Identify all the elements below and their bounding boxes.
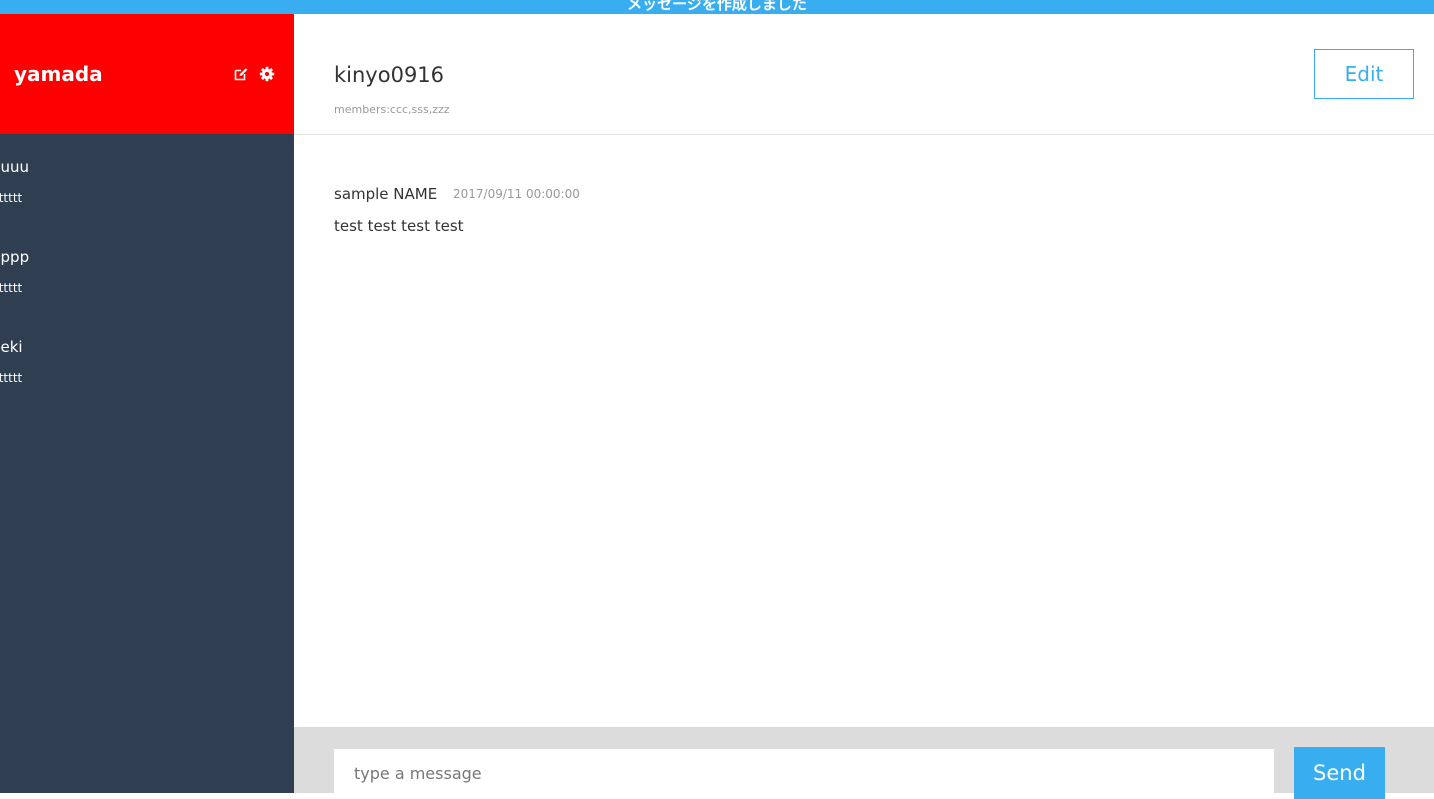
edit-group-button[interactable]: Edit	[1314, 49, 1414, 99]
chat-main: kinyo0916 members:ccc,sss,zzz Edit sampl…	[294, 14, 1434, 799]
group-last-message: tttttt	[0, 281, 23, 295]
edit-icon[interactable]	[233, 66, 249, 82]
group-name: deki	[0, 338, 23, 356]
group-title: kinyo0916	[334, 63, 445, 87]
group-list-item[interactable]: uuuu tttttt	[0, 134, 294, 224]
flash-notice-text: メッセージを作成しました	[627, 0, 807, 13]
sidebar-header: yamada	[0, 14, 294, 134]
message-body: test test test test	[334, 217, 464, 235]
sidebar: yamada uuuu tttttt pppp tttttt deki	[0, 14, 294, 793]
group-name: pppp	[0, 248, 30, 266]
group-list: uuuu tttttt pppp tttttt deki tttttt	[0, 134, 294, 404]
message-user-name: sample NAME	[334, 185, 438, 203]
group-list-item[interactable]: pppp tttttt	[0, 224, 294, 314]
gear-icon[interactable]	[259, 66, 275, 82]
message-form: Send	[294, 727, 1434, 799]
group-last-message: tttttt	[0, 371, 23, 385]
message-input[interactable]	[334, 749, 1274, 799]
message-list: sample NAME 2017/09/11 00:00:00 test tes…	[294, 136, 1434, 727]
send-button[interactable]: Send	[1294, 747, 1385, 799]
flash-notice: メッセージを作成しました	[0, 0, 1434, 14]
current-user-name: yamada	[14, 62, 103, 86]
group-list-item[interactable]: deki tttttt	[0, 314, 294, 404]
message-timestamp: 2017/09/11 00:00:00	[453, 187, 580, 201]
group-members: members:ccc,sss,zzz	[334, 103, 450, 116]
group-name: uuuu	[0, 158, 30, 176]
group-last-message: tttttt	[0, 191, 23, 205]
chat-header: kinyo0916 members:ccc,sss,zzz Edit	[294, 14, 1434, 135]
